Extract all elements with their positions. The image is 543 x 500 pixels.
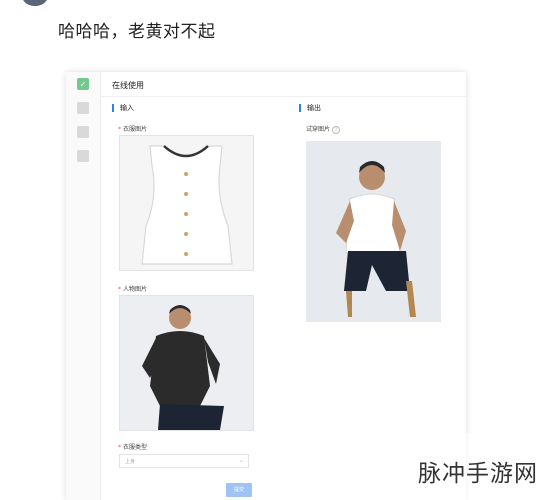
- input-section-label: 输入: [112, 104, 134, 112]
- sidebar: ✓: [66, 72, 101, 500]
- clothes-image-label: * 衣服图片: [118, 124, 147, 133]
- watermark: 脉冲手游网: [418, 461, 538, 487]
- tryon-panel: ✓ 在线使用 输入 输出 * 衣服图片 * 人物图片 * 衣服类型 上身 ⌄ 提…: [66, 72, 466, 500]
- clothes-type-value: 上身: [125, 459, 136, 465]
- clothes-type-select[interactable]: 上身 ⌄: [119, 454, 249, 468]
- divider: [100, 96, 466, 97]
- person-image-label: * 人物图片: [118, 284, 147, 293]
- person-image-upload[interactable]: [119, 295, 254, 431]
- output-section-label: 输出: [299, 104, 321, 112]
- clothes-type-label: * 衣服类型: [118, 442, 147, 451]
- image-icon[interactable]: [77, 102, 89, 114]
- person-image-label-text: 人物图片: [123, 286, 148, 293]
- post-title: 哈哈哈，老黄对不起: [58, 22, 216, 42]
- help-icon[interactable]: ?: [332, 125, 341, 134]
- chevron-down-icon: ⌄: [238, 457, 244, 464]
- required-mark: *: [118, 286, 121, 293]
- required-mark: *: [118, 444, 121, 451]
- settings-icon[interactable]: [77, 150, 89, 162]
- clothes-image-upload[interactable]: [119, 135, 254, 271]
- required-mark: *: [118, 126, 121, 133]
- edit-icon[interactable]: [77, 126, 89, 138]
- clothes-image-label-text: 衣服图片: [123, 126, 148, 133]
- check-icon[interactable]: ✓: [77, 78, 89, 90]
- submit-button[interactable]: 提交: [226, 483, 252, 497]
- result-photo: [306, 141, 441, 322]
- person-image: [120, 296, 253, 430]
- avatar: [22, 0, 48, 6]
- tank-top-image: [120, 136, 253, 270]
- clothes-type-label-text: 衣服类型: [123, 444, 148, 451]
- result-image-label: 试穿图片?: [306, 124, 341, 134]
- panel-title: 在线使用: [112, 81, 144, 90]
- result-image-label-text: 试穿图片: [306, 126, 331, 133]
- result-image: [306, 141, 441, 322]
